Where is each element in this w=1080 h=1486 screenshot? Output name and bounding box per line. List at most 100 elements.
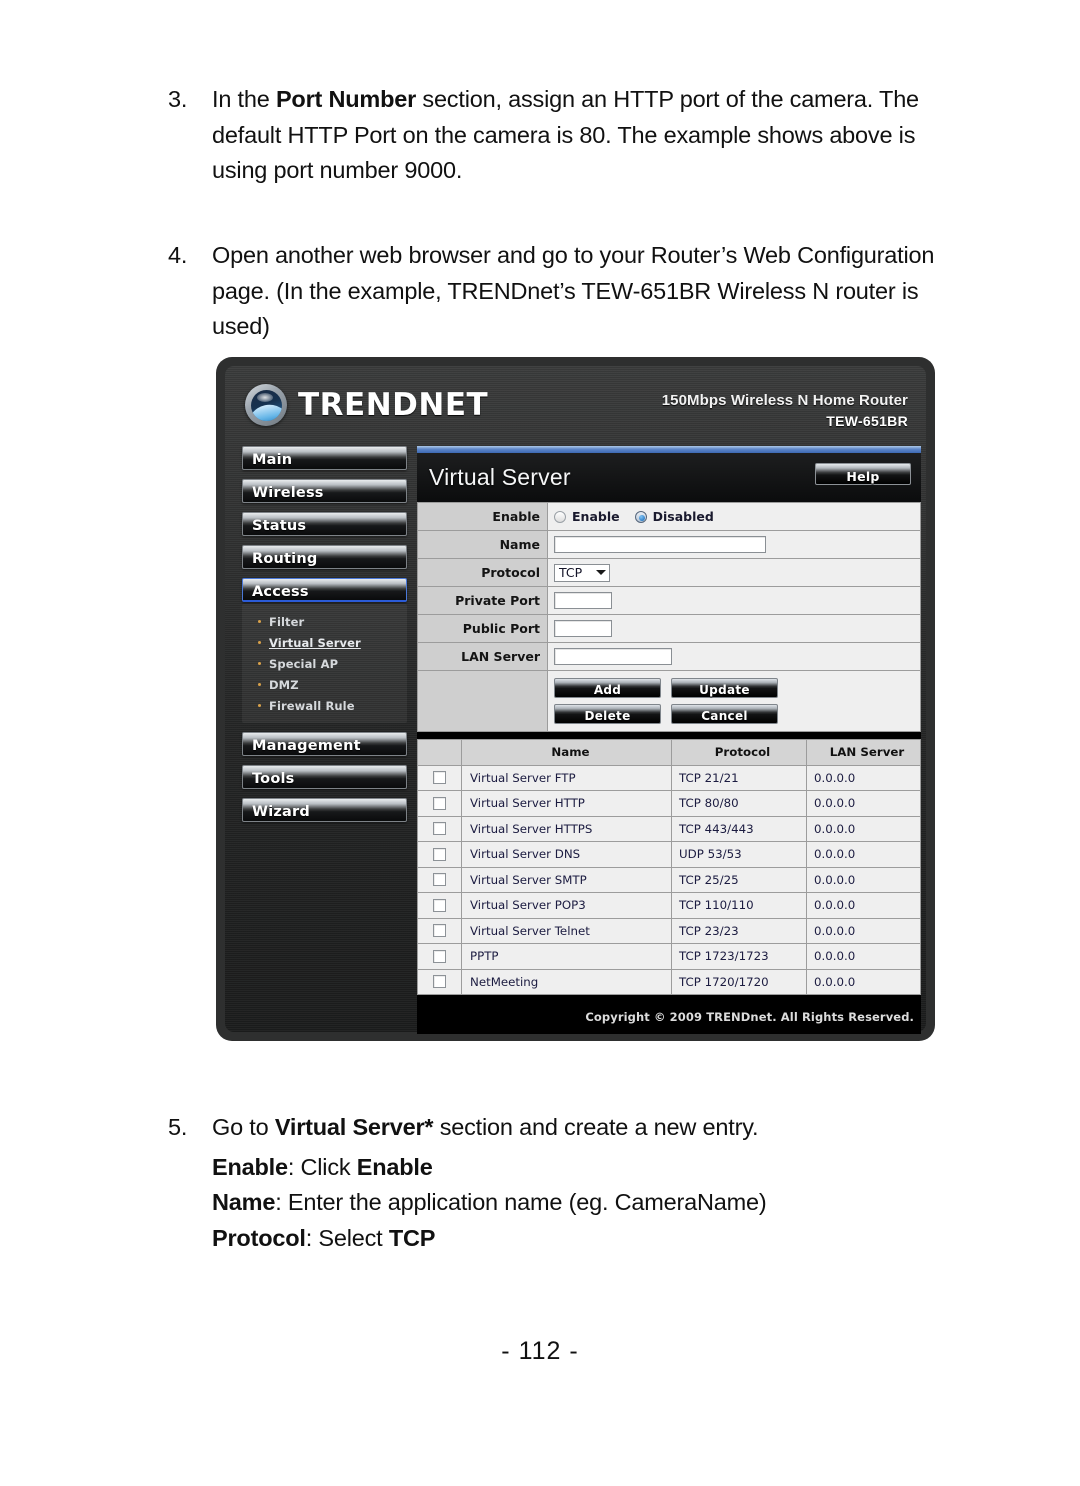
- submenu-item-firewall-rule[interactable]: Firewall Rule: [242, 695, 407, 716]
- access-submenu: Filter Virtual Server Special AP DMZ Fir…: [242, 604, 407, 723]
- cancel-label: Cancel: [701, 709, 748, 723]
- private-port-input[interactable]: [554, 592, 612, 609]
- submenu-item-special-ap[interactable]: Special AP: [242, 653, 407, 674]
- row-checkbox[interactable]: [433, 873, 446, 887]
- sidebar-item-wizard[interactable]: Wizard: [242, 798, 407, 822]
- lan-server-input[interactable]: [554, 648, 672, 665]
- row-lan-server: 0.0.0.0: [806, 943, 921, 970]
- row-checkbox[interactable]: [433, 847, 446, 861]
- model-description: 150Mbps Wireless N Home Router: [661, 392, 908, 409]
- row-name: Virtual Server HTTPS: [461, 815, 672, 842]
- submenu-label: Filter: [269, 614, 305, 629]
- row-checkbox-cell[interactable]: [417, 866, 462, 893]
- update-button[interactable]: Update: [671, 678, 778, 698]
- instruction-step-4: 4. Open another web browser and go to yo…: [168, 238, 968, 345]
- public-port-input[interactable]: [554, 620, 612, 637]
- row-name: Virtual Server DNS: [461, 841, 672, 868]
- table-row[interactable]: Virtual Server DNS UDP 53/53 0.0.0.0: [417, 841, 921, 868]
- row-checkbox-cell[interactable]: [417, 892, 462, 919]
- submenu-item-filter[interactable]: Filter: [242, 611, 407, 632]
- row-lan-server: 0.0.0.0: [806, 892, 921, 919]
- table-row[interactable]: Virtual Server SMTP TCP 25/25 0.0.0.0: [417, 866, 921, 893]
- row-lan-server: 0.0.0.0: [806, 790, 921, 817]
- row-checkbox-cell[interactable]: [417, 815, 462, 842]
- sidebar-item-tools[interactable]: Tools: [242, 765, 407, 789]
- row-name: Virtual Server SMTP: [461, 866, 672, 893]
- form-row-actions: Add Update Delete Cancel: [417, 670, 921, 732]
- sidebar-item-wireless[interactable]: Wireless: [242, 479, 407, 503]
- sidebar-item-main[interactable]: Main: [242, 446, 407, 470]
- name-value-cell: [547, 530, 921, 559]
- row-checkbox[interactable]: [433, 822, 446, 836]
- router-sidebar: Main Wireless Status Routing Access Filt…: [242, 446, 407, 831]
- sidebar-item-management[interactable]: Management: [242, 732, 407, 756]
- row-checkbox-cell[interactable]: [417, 968, 462, 995]
- form-row-public-port: Public Port: [417, 614, 921, 643]
- row-checkbox-cell[interactable]: [417, 917, 462, 944]
- sidebar-label: Status: [252, 518, 307, 535]
- delete-label: Delete: [584, 709, 631, 723]
- row-name: Virtual Server Telnet: [461, 917, 672, 944]
- bullet-icon: [258, 620, 261, 623]
- lan-server-label: LAN Server: [417, 642, 548, 671]
- row-checkbox[interactable]: [433, 898, 446, 912]
- step-number: 5.: [168, 1114, 188, 1140]
- step-sub-line: Enable: Click Enable: [212, 1153, 433, 1180]
- table-header-row: Name Protocol LAN Server: [417, 739, 921, 766]
- row-protocol: TCP 25/25: [671, 866, 807, 893]
- row-name: PPTP: [461, 943, 672, 970]
- row-protocol: UDP 53/53: [671, 841, 807, 868]
- delete-button[interactable]: Delete: [554, 704, 661, 724]
- table-row[interactable]: Virtual Server Telnet TCP 23/23 0.0.0.0: [417, 917, 921, 944]
- step-body: Go to Virtual Server* section and create…: [212, 1110, 968, 1256]
- sidebar-label: Main: [252, 452, 293, 469]
- sidebar-item-status[interactable]: Status: [242, 512, 407, 536]
- sidebar-label: Routing: [252, 551, 318, 568]
- step-sub-lines: Enable: Click Enable Name: Enter the appl…: [212, 1150, 968, 1257]
- row-checkbox[interactable]: [433, 949, 446, 963]
- table-row[interactable]: Virtual Server FTP TCP 21/21 0.0.0.0: [417, 764, 921, 791]
- row-checkbox[interactable]: [433, 796, 446, 810]
- accent-bar: [417, 446, 921, 453]
- page-title: Virtual Server: [429, 464, 571, 490]
- bullet-icon: [258, 683, 261, 686]
- table-row[interactable]: PPTP TCP 1723/1723 0.0.0.0: [417, 943, 921, 970]
- table-row[interactable]: Virtual Server POP3 TCP 110/110 0.0.0.0: [417, 892, 921, 919]
- router-ui-screenshot: TRENDNET 150Mbps Wireless N Home Router …: [216, 357, 935, 1041]
- cancel-button[interactable]: Cancel: [671, 704, 778, 724]
- protocol-select[interactable]: TCP: [554, 563, 610, 582]
- disabled-radio[interactable]: [634, 510, 647, 523]
- name-input[interactable]: [554, 536, 766, 553]
- row-checkbox[interactable]: [433, 975, 446, 989]
- form-row-enable: Enable Enable Disabled: [417, 502, 921, 531]
- header-protocol: Protocol: [671, 739, 807, 766]
- submenu-item-dmz[interactable]: DMZ: [242, 674, 407, 695]
- globe-icon: [245, 384, 287, 426]
- row-protocol: TCP 1720/1720: [671, 968, 807, 995]
- copyright-notice: Copyright © 2009 TRENDnet. All Rights Re…: [585, 1010, 914, 1024]
- row-checkbox-cell[interactable]: [417, 841, 462, 868]
- form-row-name: Name: [417, 530, 921, 559]
- row-checkbox-cell[interactable]: [417, 943, 462, 970]
- row-protocol: TCP 80/80: [671, 790, 807, 817]
- submenu-item-virtual-server[interactable]: Virtual Server: [242, 632, 407, 653]
- help-button[interactable]: Help: [815, 463, 911, 485]
- table-row[interactable]: Virtual Server HTTPS TCP 443/443 0.0.0.0: [417, 815, 921, 842]
- table-body: Virtual Server FTP TCP 21/21 0.0.0.0 Vir…: [417, 764, 921, 995]
- sidebar-item-routing[interactable]: Routing: [242, 545, 407, 569]
- table-row[interactable]: NetMeeting TCP 1720/1720 0.0.0.0: [417, 968, 921, 995]
- row-checkbox[interactable]: [433, 924, 446, 938]
- sidebar-label: Wizard: [252, 804, 310, 821]
- action-buttons-cell: Add Update Delete Cancel: [547, 670, 921, 732]
- row-checkbox-cell[interactable]: [417, 764, 462, 791]
- row-checkbox[interactable]: [433, 771, 446, 785]
- sidebar-item-access[interactable]: Access: [242, 578, 407, 602]
- enable-radio[interactable]: [554, 510, 566, 523]
- virtual-server-form: Enable Enable Disabled Name Protocol TCP…: [417, 502, 921, 732]
- disabled-radio-label: Disabled: [652, 509, 714, 524]
- table-row[interactable]: Virtual Server HTTP TCP 80/80 0.0.0.0: [417, 790, 921, 817]
- add-button[interactable]: Add: [554, 678, 661, 698]
- header-checkbox: [417, 739, 462, 766]
- submenu-label: Firewall Rule: [269, 698, 355, 713]
- row-checkbox-cell[interactable]: [417, 790, 462, 817]
